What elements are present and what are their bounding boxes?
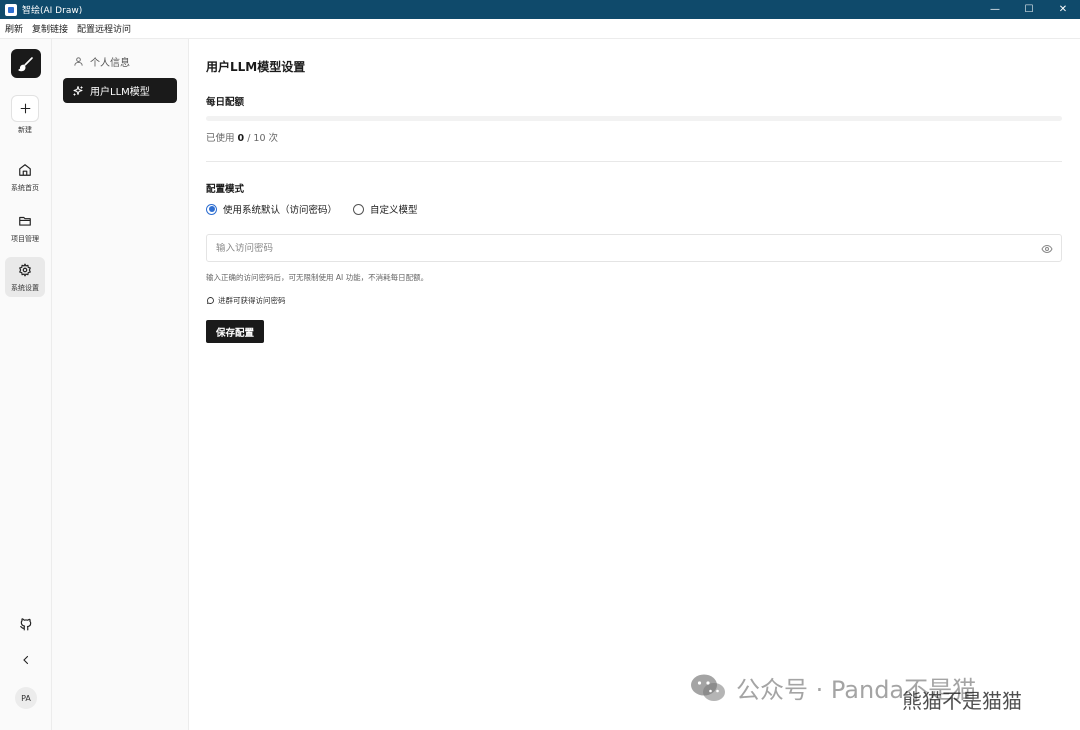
plus-icon [11,95,39,122]
rail-item-label: 系统设置 [11,284,39,292]
maximize-button[interactable]: ☐ [1012,0,1046,19]
config-mode-label: 配置模式 [206,184,245,195]
rail-item-projects[interactable]: 项目管理 [5,208,45,248]
chevron-left-icon [23,655,29,665]
join-group-link[interactable]: 进群可获得访问密码 [206,295,286,306]
quota-limit: / 10 次 [247,133,279,144]
config-mode-radio-group: 使用系统默认（访问密码） 自定义模型 [206,202,434,216]
collapse-button[interactable] [0,654,52,666]
chat-bubble-icon [206,296,215,305]
menu-refresh[interactable]: 刷新 [5,22,23,35]
wechat-icon [690,673,726,703]
rail-item-settings[interactable]: 系统设置 [5,257,45,297]
quota-label: 每日配额 [206,97,245,108]
section-divider [206,161,1062,162]
brush-icon [18,56,33,71]
subnav-item-label: 用户LLM模型 [90,87,150,98]
github-icon [20,618,32,631]
github-link[interactable] [0,617,52,631]
subnav-item-llm[interactable]: 用户LLM模型 [63,78,177,103]
app-logo[interactable] [11,49,41,78]
menu-copy-link[interactable]: 复制链接 [32,22,68,35]
watermark-subtext: 熊猫不是猫猫 [902,689,1022,713]
menu-bar: 刷新 复制链接 配置远程访问 [0,19,1080,39]
radio-option-label: 使用系统默认（访问密码） [223,205,338,216]
sparkles-icon [71,85,85,97]
rail-item-label: 项目管理 [11,235,39,243]
quota-usage-text: 已使用 0 / 10 次 [206,130,278,144]
rail-item-home[interactable]: 系统首页 [5,157,45,197]
menu-remote-access[interactable]: 配置远程访问 [77,22,131,35]
radio-option-custom-model[interactable]: 自定义模型 [353,202,418,216]
radio-option-label: 自定义模型 [370,205,418,216]
close-button[interactable]: ✕ [1046,0,1080,19]
password-hint: 输入正确的访问密码后，可无限制使用 AI 功能，不消耗每日配额。 [206,273,429,282]
radio-option-system-default[interactable]: 使用系统默认（访问密码） [206,202,337,216]
quota-used-value: 0 [237,133,245,144]
quota-progress-bar [206,116,1062,121]
access-password-input[interactable] [216,242,1016,254]
radio-checked[interactable] [206,203,217,215]
access-password-field[interactable] [206,234,1062,262]
icon-rail: 新建 系统首页 项目管理 系统设置 PA [0,39,52,730]
folder-icon [11,208,39,234]
new-label: 新建 [18,126,32,134]
save-config-button[interactable]: 保存配置 [206,320,264,343]
user-icon [71,56,85,67]
avatar: PA [15,687,37,709]
main-content: 用户LLM模型设置 每日配额 已使用 0 / 10 次 配置模式 使用系统默认（… [189,39,1080,730]
new-button[interactable]: 新建 [5,95,45,135]
quota-used-prefix: 已使用 [206,133,235,144]
radio-unchecked[interactable] [353,203,365,215]
minimize-button[interactable]: — [978,0,1012,19]
subnav-item-profile[interactable]: 个人信息 [63,49,177,74]
settings-subnav: 个人信息 用户LLM模型 [52,39,189,730]
page-title: 用户LLM模型设置 [206,60,306,74]
eye-icon[interactable] [1041,243,1053,255]
user-avatar[interactable]: PA [0,687,52,709]
gear-icon [11,257,39,283]
subnav-item-label: 个人信息 [90,58,130,69]
title-bar: 智绘(AI Draw) — ☐ ✕ [0,0,1080,19]
window-title: 智绘(AI Draw) [22,6,83,16]
app-icon [5,3,17,16]
join-group-label: 进群可获得访问密码 [218,296,286,305]
window-controls: — ☐ ✕ [978,0,1080,19]
rail-item-label: 系统首页 [11,184,39,192]
home-icon [11,157,39,183]
